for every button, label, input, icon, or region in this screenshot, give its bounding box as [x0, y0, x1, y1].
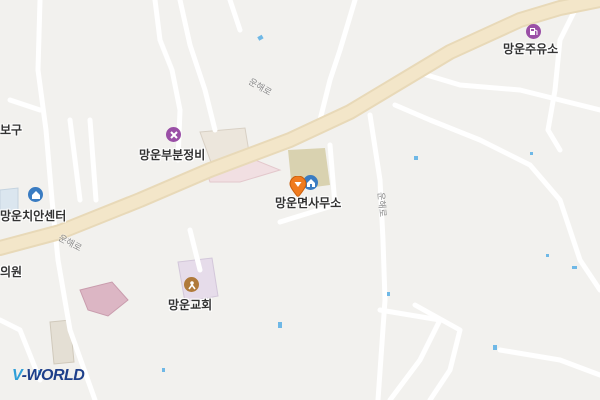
place-label-partial[interactable]: 보구	[0, 121, 22, 138]
place-label-safety-center[interactable]: 망운치안센터	[0, 207, 66, 224]
logo-v: V	[12, 367, 22, 384]
map-view[interactable]: 운해로 운해로 운해로 망운주유소 망운부분정비 망운면사무소 망운치안센터 망…	[0, 0, 600, 400]
fuel-station-icon[interactable]	[526, 24, 541, 39]
place-label-repair[interactable]: 망운부분정비	[139, 146, 205, 163]
place-label-office[interactable]: 망운면사무소	[275, 194, 341, 211]
car-repair-icon[interactable]	[166, 127, 181, 142]
police-icon[interactable]	[28, 187, 43, 202]
church-icon[interactable]	[184, 277, 199, 292]
parcel	[79, 281, 129, 317]
place-label-church[interactable]: 망운교회	[168, 296, 212, 313]
place-label-gas-station[interactable]: 망운주유소	[503, 40, 558, 57]
logo-text: -WORLD	[21, 367, 85, 384]
vworld-logo: V-WORLD	[12, 367, 85, 385]
road-label-unhae: 운해로	[374, 191, 387, 218]
place-label-clinic[interactable]: 의원	[0, 263, 22, 280]
